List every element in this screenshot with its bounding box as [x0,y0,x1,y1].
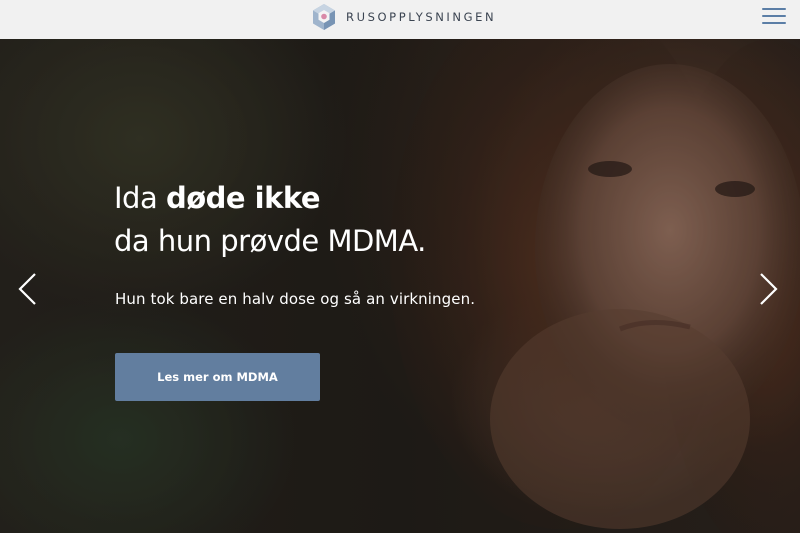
site-logo[interactable]: RUSOPPLYSNINGEN [311,2,496,32]
hexagon-logo-icon [313,4,335,30]
brand-name: RUSOPPLYSNINGEN [346,10,497,24]
hero-carousel: Ida døde ikke da hun prøvde MDMA. Hun to… [0,39,800,533]
chevron-right-icon[interactable] [755,271,781,307]
headline-prefix: Ida [114,181,166,215]
top-bar: RUSOPPLYSNINGEN [0,0,800,39]
headline-line2: da hun prøvde MDMA. [114,224,426,258]
hamburger-menu-icon[interactable] [762,8,786,26]
chevron-left-icon[interactable] [15,271,41,307]
read-more-button[interactable]: Les mer om MDMA [115,353,320,401]
hero-overlay [0,39,800,533]
hero-headline: Ida døde ikke da hun prøvde MDMA. [114,177,426,263]
hero-subheadline: Hun tok bare en halv dose og så an virkn… [115,290,476,308]
headline-bold: døde ikke [165,181,321,215]
